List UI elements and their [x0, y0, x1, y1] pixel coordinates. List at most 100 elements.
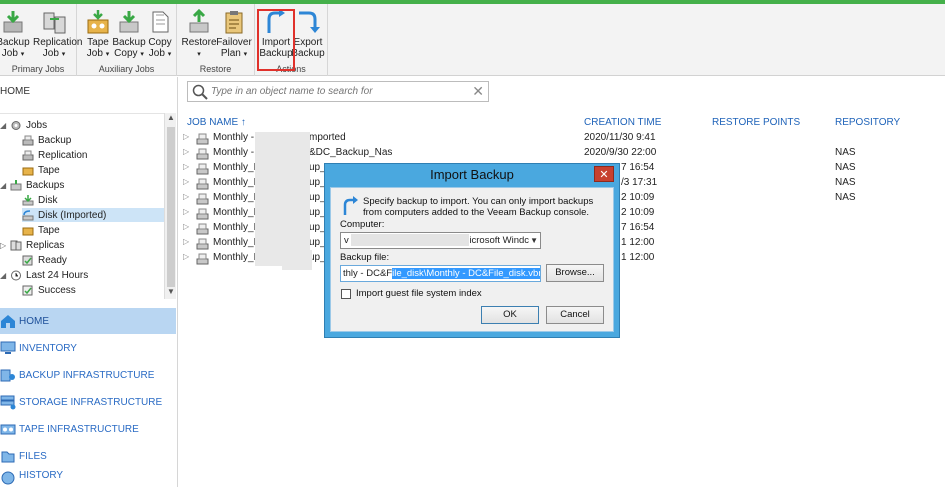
- navigation-pane: HOME ◢ Jobs Backup Replication Tape ◢ Back…: [0, 77, 178, 487]
- nav-section-inventory[interactable]: INVENTORY: [0, 335, 176, 361]
- expand-arrow-icon[interactable]: ▷: [183, 222, 189, 231]
- tree-item-replicas[interactable]: ▷ Replicas: [0, 238, 64, 252]
- tree-item-last-24-hours[interactable]: ◢ Last 24 Hours: [0, 268, 88, 282]
- tape-job-icon: [87, 10, 109, 34]
- cancel-button[interactable]: Cancel: [546, 306, 604, 324]
- home-icon: [1, 315, 15, 328]
- redaction-blur: [282, 250, 312, 270]
- collapse-arrow-icon[interactable]: ◢: [0, 271, 10, 280]
- job-icon: [22, 135, 34, 145]
- chevron-down-icon[interactable]: ▼: [530, 233, 538, 248]
- ready-icon: [22, 255, 33, 265]
- tree-item-ready[interactable]: Ready: [22, 253, 67, 267]
- expand-arrow-icon[interactable]: ▷: [183, 147, 189, 156]
- backup-job-icon: [196, 163, 209, 175]
- inventory-icon: [0, 341, 16, 354]
- job-name-cell: Monthly -: [213, 132, 255, 143]
- job-name-cell: Monthly_E: [213, 207, 261, 218]
- expand-arrow-icon[interactable]: ▷: [183, 237, 189, 246]
- copy-job-label-1: Copy: [148, 37, 172, 48]
- repository-cell: NAS: [835, 147, 856, 158]
- tree-item-replication[interactable]: Replication: [22, 148, 87, 162]
- expand-arrow-icon[interactable]: ▷: [183, 192, 189, 201]
- scroll-up-icon[interactable]: ▲: [165, 113, 177, 125]
- column-header-creation-time[interactable]: CREATION TIME: [584, 117, 661, 128]
- tree-item-success[interactable]: Success: [22, 283, 76, 297]
- tree-item-backup[interactable]: Backup: [22, 133, 71, 147]
- ribbon-group-label: Restore: [199, 64, 232, 74]
- tree-item-disk[interactable]: Disk: [22, 193, 57, 207]
- tape-job-label-1: Tape: [87, 37, 109, 48]
- expand-arrow-icon[interactable]: ▷: [183, 177, 189, 186]
- export-backup-label-2: Backup: [291, 48, 325, 59]
- import-index-checkbox[interactable]: [341, 289, 351, 299]
- tree-item-jobs[interactable]: ◢ Jobs: [0, 118, 47, 132]
- job-name-cell: Monthly -: [213, 147, 255, 158]
- backup-file-input[interactable]: thly - DC&File_disk\Monthly - DC&File_di…: [340, 265, 541, 282]
- expand-arrow-icon[interactable]: ▷: [0, 241, 10, 250]
- nav-section-tape-infrastructure[interactable]: TAPE INFRASTRUCTURE: [0, 416, 176, 442]
- expand-arrow-icon[interactable]: ▷: [183, 162, 189, 171]
- scrollbar-thumb[interactable]: [167, 127, 175, 287]
- computer-select[interactable]: v icrosoft Windc ▼: [340, 232, 541, 249]
- column-header-job-name[interactable]: JOB NAME ↑: [187, 117, 246, 128]
- expand-arrow-icon[interactable]: ▷: [183, 132, 189, 141]
- backup-job-button[interactable]: BackupJob ▾: [0, 9, 32, 60]
- browse-button[interactable]: Browse...: [546, 264, 604, 282]
- failover-plan-button[interactable]: Failover Plan ▾: [215, 9, 253, 60]
- collapse-arrow-icon[interactable]: ◢: [0, 121, 10, 130]
- nav-section-files[interactable]: FILES: [0, 443, 176, 469]
- tree-item-label: Tape: [38, 164, 60, 176]
- copy-job-button[interactable]: Copy Job ▾: [141, 9, 179, 60]
- tree-item-label: Disk: [38, 194, 58, 206]
- job-name-tail: mported: [309, 132, 346, 143]
- search-input[interactable]: [209, 85, 459, 98]
- backup-job-icon: [196, 148, 209, 160]
- computer-label: Computer:: [340, 219, 385, 230]
- copy-job-icon: [152, 11, 169, 33]
- ok-button[interactable]: OK: [481, 306, 539, 324]
- job-icon: [22, 150, 34, 160]
- clear-search-icon[interactable]: ✕: [472, 84, 484, 99]
- tree-item-label: Ready: [38, 254, 67, 266]
- nav-section-label: FILES: [19, 450, 47, 462]
- nav-section-storage-infrastructure[interactable]: STORAGE INFRASTRUCTURE: [0, 389, 176, 415]
- column-header-repository[interactable]: REPOSITORY: [835, 117, 900, 128]
- replication-job-label-2: Job: [42, 48, 59, 59]
- backup-job-label-1: Backup: [0, 37, 30, 48]
- column-header-restore-points[interactable]: RESTORE POINTS: [712, 117, 800, 128]
- backups-icon: [10, 179, 22, 190]
- expand-arrow-icon[interactable]: ▷: [183, 252, 189, 261]
- collapse-arrow-icon[interactable]: ◢: [0, 181, 10, 190]
- tree-scrollbar[interactable]: ▲ ▼: [164, 113, 176, 299]
- copy-job-label-2: Job: [148, 48, 165, 59]
- tree-item-disk-imported[interactable]: Disk (Imported): [22, 208, 165, 222]
- ribbon-group-label: Primary Jobs: [11, 64, 65, 74]
- redaction-blur: [351, 234, 470, 247]
- ribbon-group-auxiliary-jobs: Tape Job ▾ Backup Copy ▾ Copy Job ▾ Auxilia…: [77, 4, 177, 76]
- tree-item-backups[interactable]: ◢ Backups: [0, 178, 64, 192]
- dropdown-arrow-icon: ▾: [105, 51, 110, 58]
- nav-section-history[interactable]: HISTORY: [0, 470, 176, 487]
- scroll-down-icon[interactable]: ▼: [165, 287, 177, 299]
- backup-job-icon: [196, 223, 209, 235]
- restore-button[interactable]: Restore ▾: [180, 9, 218, 60]
- replication-job-button[interactable]: Replication Job ▾: [33, 9, 82, 60]
- import-backup-icon: [343, 196, 358, 215]
- redaction-blur: [255, 132, 310, 266]
- clock-icon: [11, 270, 21, 280]
- nav-section-label: BACKUP INFRASTRUCTURE: [19, 369, 155, 381]
- tree-item-tape-jobs[interactable]: Tape: [22, 163, 60, 177]
- repository-cell: NAS: [835, 177, 856, 188]
- nav-section-home[interactable]: HOME: [0, 308, 176, 334]
- nav-section-backup-infrastructure[interactable]: BACKUP INFRASTRUCTURE: [0, 362, 176, 388]
- expand-arrow-icon[interactable]: ▷: [183, 207, 189, 216]
- nav-section-label: STORAGE INFRASTRUCTURE: [19, 396, 163, 408]
- tape-icon: [22, 167, 34, 175]
- backup-job-icon: [196, 178, 209, 190]
- close-icon[interactable]: ✕: [594, 166, 614, 182]
- dialog-title: Import Backup: [430, 167, 514, 182]
- search-box[interactable]: ✕: [187, 81, 489, 102]
- tree-item-tape-backups[interactable]: Tape: [22, 223, 60, 237]
- dropdown-arrow-icon: ▾: [197, 51, 201, 58]
